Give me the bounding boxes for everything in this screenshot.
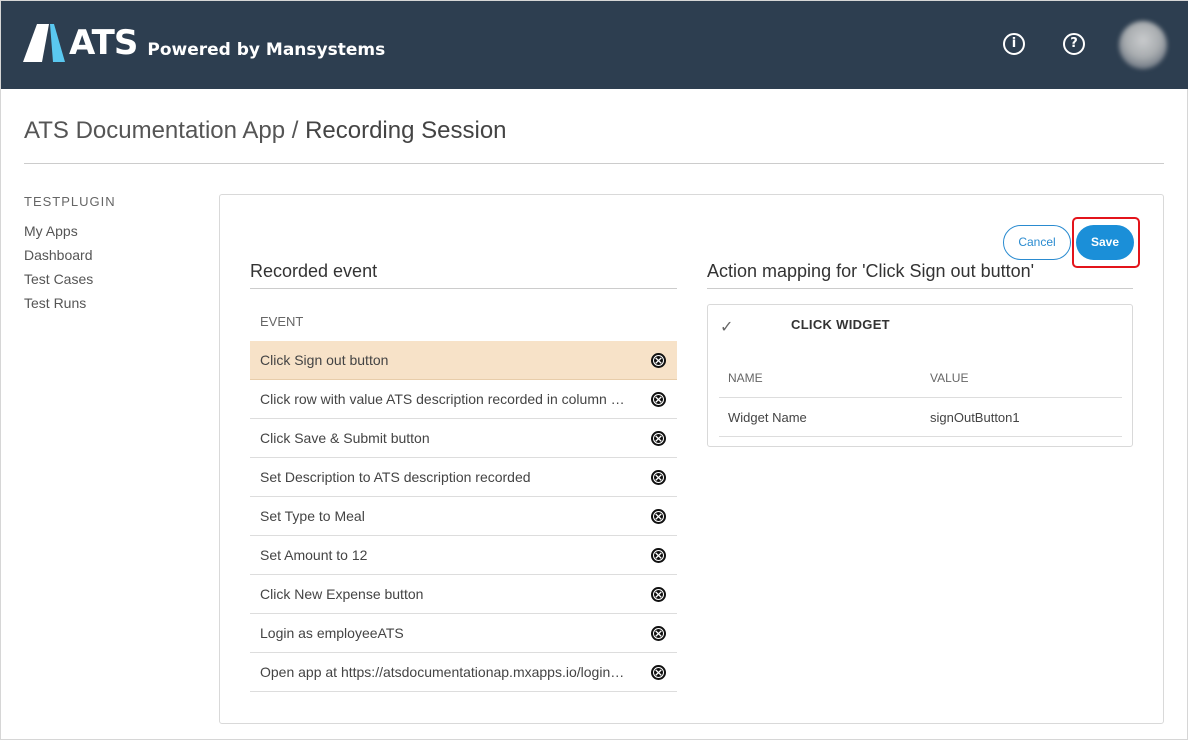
remove-icon[interactable]: × [651,626,666,641]
event-label: Set Description to ATS description recor… [260,469,531,485]
event-row[interactable]: Open app at https://atsdocumentationap.m… [250,653,677,692]
breadcrumb-current: Recording Session [305,117,507,144]
event-label: Set Type to Meal [260,508,365,524]
remove-icon[interactable]: × [651,587,666,602]
recorded-event-title: Recorded event [250,261,378,281]
info-icon[interactable]: i [1003,33,1025,55]
event-row[interactable]: Set Description to ATS description recor… [250,458,677,497]
sidebar-item-test-cases[interactable]: Test Cases [24,271,116,295]
event-row[interactable]: Click New Expense button × [250,575,677,614]
remove-icon[interactable]: × [651,509,666,524]
event-label: Click Save & Submit button [260,430,430,446]
page-title: ATS Documentation App / Recording Sessio… [24,117,507,145]
event-column-header: EVENT [260,314,304,329]
mapping-header-divider [719,397,1122,398]
widget-action-title: CLICK WIDGET [791,317,890,332]
event-label: Open app at https://atsdocumentationap.m… [260,664,628,680]
breadcrumb-separator: / [285,117,306,144]
event-label: Click Sign out button [260,352,389,368]
value-column-header: VALUE [930,371,969,385]
ats-logo[interactable]: ATS Powered by Mansystems [23,24,385,62]
event-row-selected[interactable]: Click Sign out button × [250,341,677,380]
event-row[interactable]: Set Type to Meal × [250,497,677,536]
sidebar-item-my-apps[interactable]: My Apps [24,223,116,247]
event-list: EVENT Click Sign out button × Click row … [250,302,677,692]
event-row[interactable]: Set Amount to 12 × [250,536,677,575]
sidebar-item-dashboard[interactable]: Dashboard [24,247,116,271]
avatar[interactable] [1119,21,1167,69]
top-bar: ATS Powered by Mansystems i ? [1,1,1188,89]
event-row[interactable]: Click Save & Submit button × [250,419,677,458]
logo-subtitle: Powered by Mansystems [147,40,386,60]
check-icon: ✓ [720,317,734,336]
ats-logo-icon [23,24,65,62]
remove-icon[interactable]: × [651,470,666,485]
action-mapping-title: Action mapping for 'Click Sign out butto… [707,261,1035,281]
remove-icon[interactable]: × [651,548,666,563]
mapping-row-divider [719,436,1122,437]
remove-icon[interactable]: × [651,665,666,680]
event-label: Click row with value ATS description rec… [260,391,628,407]
help-icon[interactable]: ? [1063,33,1085,55]
event-label: Set Amount to 12 [260,547,368,563]
action-mapping-divider [707,288,1133,289]
sidebar-item-test-runs[interactable]: Test Runs [24,295,116,319]
name-column-header: NAME [728,371,763,385]
event-label: Login as employeeATS [260,625,404,641]
mapping-name-cell: Widget Name [728,410,807,425]
sidebar: TESTPLUGIN My Apps Dashboard Test Cases … [24,194,116,319]
save-button[interactable]: Save [1076,225,1134,260]
title-divider [24,163,1164,164]
event-row[interactable]: Login as employeeATS × [250,614,677,653]
remove-icon[interactable]: × [651,392,666,407]
event-label: Click New Expense button [260,586,424,602]
remove-icon[interactable]: × [651,353,666,368]
remove-icon[interactable]: × [651,431,666,446]
mapping-value-cell[interactable]: signOutButton1 [930,410,1020,425]
breadcrumb-app[interactable]: ATS Documentation App [24,117,285,144]
recorded-event-divider [250,288,677,289]
sidebar-heading: TESTPLUGIN [24,194,116,209]
cancel-button[interactable]: Cancel [1003,225,1071,260]
action-mapping-panel: ✓ CLICK WIDGET NAME VALUE Widget Name si… [707,304,1133,447]
event-row[interactable]: Click row with value ATS description rec… [250,380,677,419]
logo-text: ATS [69,23,138,63]
